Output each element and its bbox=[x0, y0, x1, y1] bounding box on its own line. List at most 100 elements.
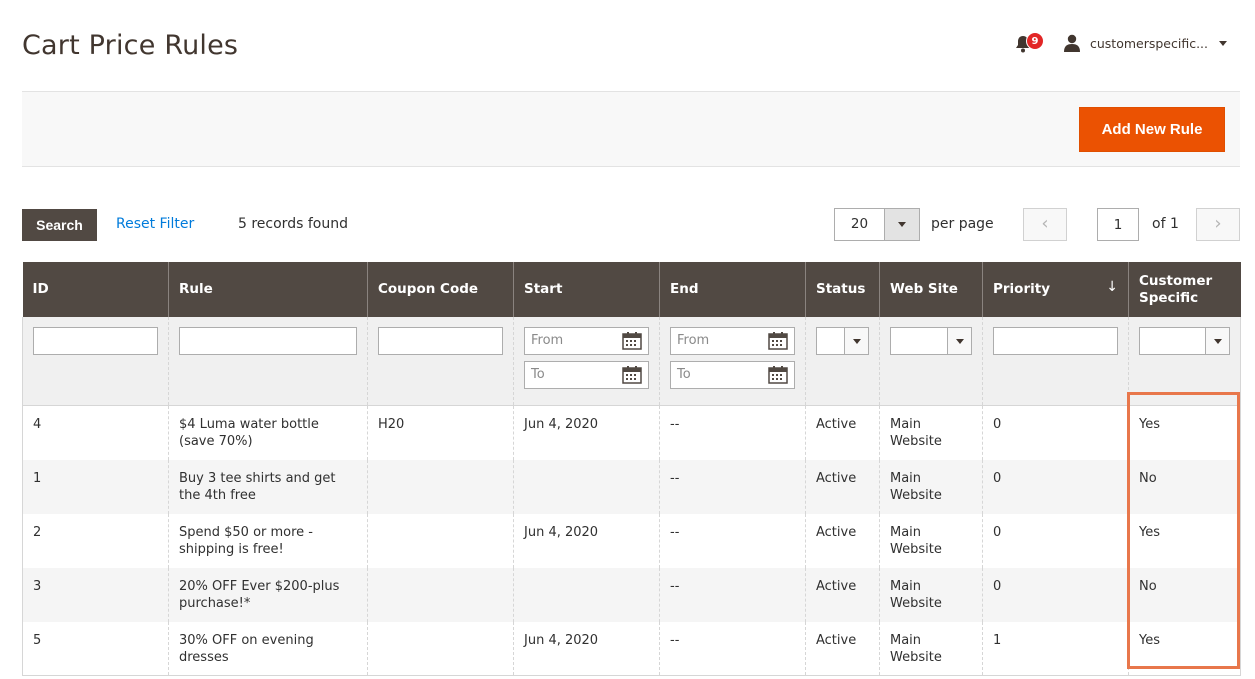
filter-cell-website bbox=[879, 317, 983, 406]
cell-website: Main Website bbox=[879, 621, 983, 676]
cell-priority: 0 bbox=[982, 405, 1129, 460]
notifications-button[interactable]: 9 bbox=[1015, 32, 1044, 54]
per-page-select[interactable]: 20 bbox=[834, 208, 920, 241]
cell-priority: 0 bbox=[982, 459, 1129, 514]
filter-cell-start: From To bbox=[513, 317, 660, 406]
cell-website: Main Website bbox=[879, 513, 983, 568]
filter-end-from-placeholder: From bbox=[677, 333, 710, 348]
header-actions: 9 customerspecific... bbox=[1015, 30, 1227, 56]
page-number-input[interactable] bbox=[1097, 208, 1139, 241]
chevron-left-icon: ‹ bbox=[1041, 213, 1049, 234]
cell-coupon-code: H20 bbox=[367, 405, 514, 460]
previous-page-button[interactable]: ‹ bbox=[1023, 208, 1067, 241]
header-row: ID Rule Coupon Code Start End Status Web… bbox=[22, 262, 1241, 317]
chevron-down-icon bbox=[852, 338, 861, 344]
filter-end-to-input[interactable]: To bbox=[670, 361, 795, 389]
filter-coupon-code-input[interactable] bbox=[378, 327, 503, 355]
filter-end-from-input[interactable]: From bbox=[670, 327, 795, 355]
cell-website: Main Website bbox=[879, 405, 983, 460]
column-header-priority[interactable]: Priority ↓ bbox=[982, 262, 1129, 317]
page-total-label: of 1 bbox=[1152, 216, 1179, 232]
cell-start: Jun 4, 2020 bbox=[513, 405, 660, 460]
cell-end: -- bbox=[659, 405, 806, 460]
search-button[interactable]: Search bbox=[22, 209, 97, 241]
calendar-icon[interactable] bbox=[768, 366, 788, 384]
filter-cell-customer-specific bbox=[1128, 317, 1241, 406]
select-arrow bbox=[1205, 328, 1229, 354]
table-row[interactable]: 3 20% OFF Ever $200-plus purchase!* -- A… bbox=[22, 567, 1241, 622]
cell-coupon-code bbox=[367, 513, 514, 568]
cell-priority: 0 bbox=[982, 567, 1129, 622]
cell-start: Jun 4, 2020 bbox=[513, 621, 660, 676]
username-label: customerspecific... bbox=[1089, 35, 1208, 51]
cell-end: -- bbox=[659, 621, 806, 676]
chevron-right-icon: › bbox=[1214, 213, 1222, 234]
cell-customer-specific: No bbox=[1128, 459, 1241, 514]
column-header-priority-label: Priority bbox=[993, 281, 1050, 297]
column-header-id[interactable]: ID bbox=[22, 262, 169, 317]
cell-status: Active bbox=[805, 459, 880, 514]
cell-customer-specific: Yes bbox=[1128, 621, 1241, 676]
cell-rule: 30% OFF on evening dresses bbox=[168, 621, 368, 676]
next-page-button[interactable]: › bbox=[1196, 208, 1240, 241]
calendar-icon[interactable] bbox=[622, 366, 642, 384]
cell-id: 4 bbox=[22, 405, 169, 460]
cell-coupon-code bbox=[367, 621, 514, 676]
cell-customer-specific: Yes bbox=[1128, 405, 1241, 460]
column-header-start[interactable]: Start bbox=[513, 262, 660, 317]
column-header-status[interactable]: Status bbox=[805, 262, 880, 317]
cell-end: -- bbox=[659, 567, 806, 622]
filter-customer-specific-select[interactable] bbox=[1139, 327, 1230, 355]
filter-website-select[interactable] bbox=[890, 327, 972, 355]
filter-priority-input[interactable] bbox=[993, 327, 1118, 355]
select-arrow bbox=[844, 328, 868, 354]
filter-cell-coupon bbox=[367, 317, 514, 406]
filter-rule-input[interactable] bbox=[179, 327, 357, 355]
cell-status: Active bbox=[805, 405, 880, 460]
cell-end: -- bbox=[659, 459, 806, 514]
per-page-value: 20 bbox=[835, 209, 885, 240]
cell-priority: 1 bbox=[982, 621, 1129, 676]
column-header-customer-specific[interactable]: Customer Specific bbox=[1128, 262, 1241, 317]
calendar-icon[interactable] bbox=[768, 332, 788, 350]
filter-cell-end: From To bbox=[659, 317, 806, 406]
column-header-rule[interactable]: Rule bbox=[168, 262, 368, 317]
table-row[interactable]: 1 Buy 3 tee shirts and get the 4th free … bbox=[22, 459, 1241, 514]
filter-id-input[interactable] bbox=[33, 327, 158, 355]
column-header-coupon-code[interactable]: Coupon Code bbox=[367, 262, 514, 317]
cell-coupon-code bbox=[367, 567, 514, 622]
cell-status: Active bbox=[805, 621, 880, 676]
cell-id: 3 bbox=[22, 567, 169, 622]
cell-customer-specific: Yes bbox=[1128, 513, 1241, 568]
calendar-icon[interactable] bbox=[622, 332, 642, 350]
chevron-down-icon bbox=[955, 338, 964, 344]
per-page-label: per page bbox=[931, 216, 994, 232]
cell-website: Main Website bbox=[879, 567, 983, 622]
page-title: Cart Price Rules bbox=[22, 30, 239, 61]
cell-rule: Buy 3 tee shirts and get the 4th free bbox=[168, 459, 368, 514]
column-header-web-site[interactable]: Web Site bbox=[879, 262, 983, 317]
cell-start: Jun 4, 2020 bbox=[513, 513, 660, 568]
sort-descending-icon: ↓ bbox=[1106, 279, 1118, 295]
table-row[interactable]: 5 30% OFF on evening dresses Jun 4, 2020… bbox=[22, 621, 1241, 676]
filter-status-select[interactable] bbox=[816, 327, 869, 355]
per-page-dropdown-toggle[interactable] bbox=[885, 209, 919, 240]
cell-status: Active bbox=[805, 567, 880, 622]
cell-id: 2 bbox=[22, 513, 169, 568]
user-icon bbox=[1063, 34, 1080, 52]
table-row[interactable]: 2 Spend $50 or more - shipping is free! … bbox=[22, 513, 1241, 568]
filter-start-from-input[interactable]: From bbox=[524, 327, 649, 355]
notification-count-badge: 9 bbox=[1025, 32, 1044, 50]
cell-website: Main Website bbox=[879, 459, 983, 514]
cell-rule: Spend $50 or more - shipping is free! bbox=[168, 513, 368, 568]
reset-filter-link[interactable]: Reset Filter bbox=[116, 216, 194, 232]
column-header-end[interactable]: End bbox=[659, 262, 806, 317]
filter-start-to-input[interactable]: To bbox=[524, 361, 649, 389]
cell-start bbox=[513, 459, 660, 514]
user-menu[interactable]: customerspecific... bbox=[1063, 34, 1227, 52]
cell-start bbox=[513, 567, 660, 622]
filter-start-from-placeholder: From bbox=[531, 333, 564, 348]
filter-cell-status bbox=[805, 317, 880, 406]
table-row[interactable]: 4 $4 Luma water bottle (save 70%) H20 Ju… bbox=[22, 405, 1241, 460]
add-new-rule-button[interactable]: Add New Rule bbox=[1079, 107, 1225, 152]
